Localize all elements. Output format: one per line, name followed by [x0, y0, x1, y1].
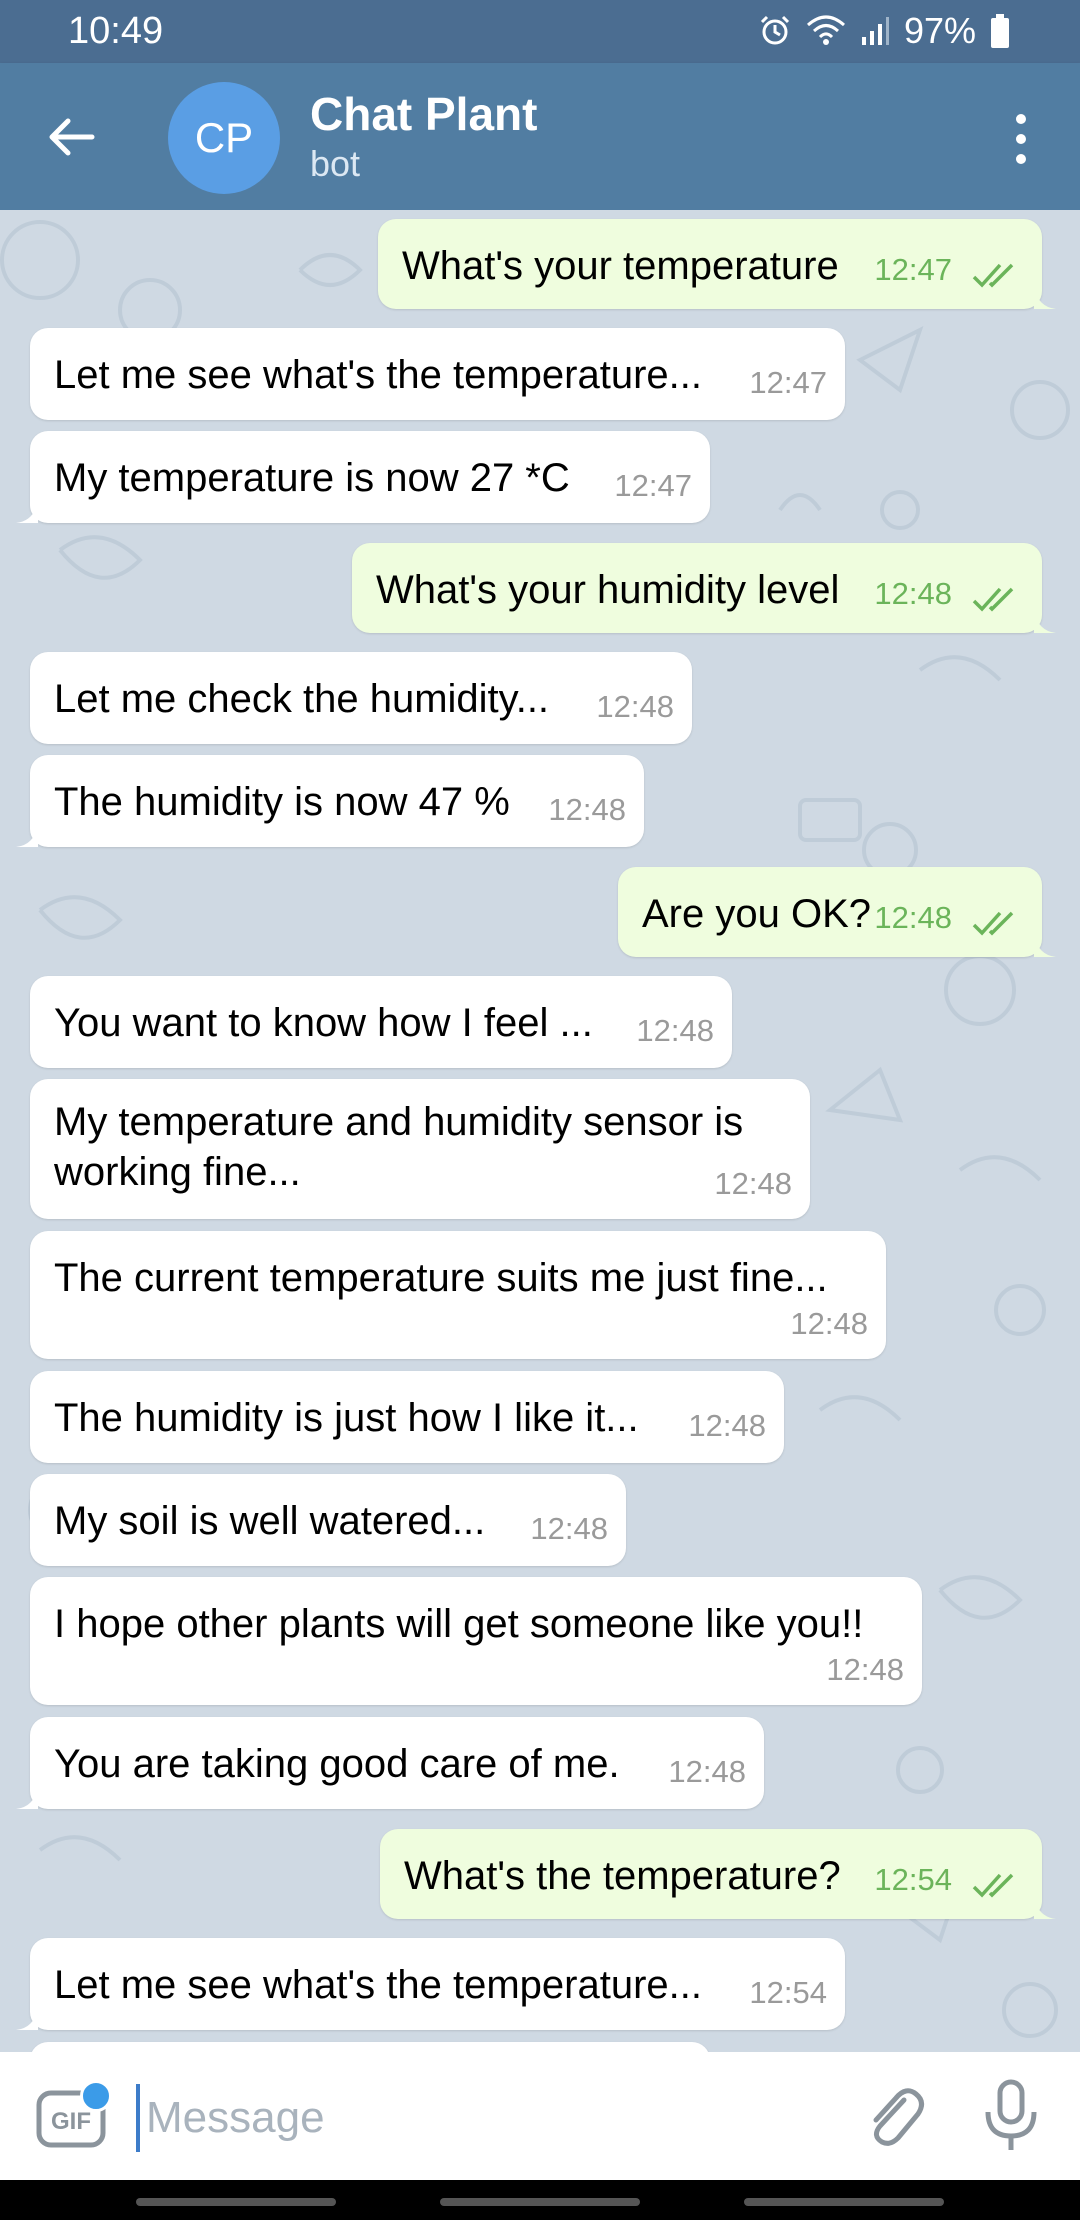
incoming-message[interactable]: I hope other plants will get someone lik…: [30, 1577, 922, 1705]
message-text: My temperature and humidity sensor is wo…: [54, 1100, 744, 1194]
read-checkmarks-icon: [972, 911, 1014, 936]
message-time: 12:48: [596, 689, 674, 724]
incoming-message[interactable]: Let me check the humidity... 12:48: [30, 652, 692, 744]
message-time: 12:48: [688, 1408, 766, 1443]
message-text: Let me see what's the temperature...: [54, 1963, 702, 2007]
message-text: What's the temperature?: [404, 1854, 841, 1898]
bubble-tail: [1034, 287, 1056, 309]
bubble-tail: [16, 825, 38, 847]
signal-icon: [861, 17, 889, 45]
microphone-icon[interactable]: [976, 2078, 1046, 2154]
bubble-tail: [1034, 1897, 1056, 1919]
alarm-icon: [760, 15, 789, 45]
message-time: 12:47: [749, 365, 827, 400]
message-text: I hope other plants will get someone lik…: [54, 1602, 864, 1646]
bubble-tail: [16, 501, 38, 523]
outgoing-message[interactable]: What's the temperature? 12:54: [380, 1829, 1056, 1919]
bubble-tail: [16, 1787, 38, 1809]
message-text: What's your temperature: [402, 244, 839, 288]
message-text: The humidity is now 47 %: [54, 780, 510, 824]
more-options-icon[interactable]: [1006, 111, 1036, 167]
message-text: Let me check the humidity...: [54, 677, 550, 721]
incoming-message[interactable]: The humidity is just how I like it... 12:…: [30, 1371, 784, 1463]
message-time: 12:48: [874, 900, 952, 935]
message-text: You are taking good care of me.: [54, 1742, 620, 1786]
message-composer: GIF: [0, 2052, 1080, 2180]
read-checkmarks-icon: [972, 263, 1014, 288]
message-time: 12:54: [874, 1862, 952, 1897]
bubble-tail: [1034, 935, 1056, 957]
message-time: 12:48: [530, 1511, 608, 1546]
incoming-message[interactable]: My soil is well watered... 12:48: [30, 1474, 626, 1566]
gif-label: GIF: [51, 2108, 91, 2135]
message-list[interactable]: What's your temperature 12:47 Let me see w…: [0, 210, 1080, 2052]
bubble-tail: [16, 2008, 38, 2030]
message-text: My soil is well watered...: [54, 1499, 486, 1543]
outgoing-message[interactable]: What's your temperature 12:47: [378, 219, 1056, 309]
incoming-message[interactable]: The current temperature suits me just fi…: [30, 1231, 886, 1359]
message-text: The current temperature suits me just fi…: [54, 1256, 828, 1300]
incoming-message[interactable]: The humidity is now 47 % 12:48: [16, 755, 644, 847]
nav-home-button[interactable]: [440, 2198, 640, 2206]
message-text: My temperature is now 27 *C: [54, 456, 570, 500]
incoming-message[interactable]: You are taking good care of me. 12:48: [16, 1717, 764, 1809]
message-time: 12:47: [614, 468, 692, 503]
message-time: 12:48: [826, 1652, 904, 1687]
nav-recent-button[interactable]: [136, 2198, 336, 2206]
message-time: 12:48: [874, 576, 952, 611]
incoming-message[interactable]: You want to know how I feel ... 12:48: [30, 976, 732, 1068]
outgoing-message[interactable]: What's your humidity level 12:48: [352, 543, 1056, 633]
message-time: 12:48: [714, 1166, 792, 1201]
wifi-icon: [806, 15, 845, 45]
nav-back-button[interactable]: [744, 2198, 944, 2206]
system-navigation-bar: [0, 2180, 1080, 2220]
message-text: What's your humidity level: [376, 568, 840, 612]
message-time: 12:48: [548, 792, 626, 827]
message-time: 12:48: [668, 1754, 746, 1789]
back-arrow-icon[interactable]: [42, 107, 102, 167]
status-bar: 10:49 97%: [0, 0, 1080, 63]
battery-icon: [991, 14, 1009, 48]
bubble-tail: [1034, 611, 1056, 633]
message-time: 12:48: [790, 1306, 868, 1341]
message-time: 12:54: [749, 1975, 827, 2010]
message-time: 12:47: [874, 252, 952, 287]
message-text: The humidity is just how I like it...: [54, 1396, 639, 1440]
incoming-message[interactable]: Let me see what's the temperature... 12:4…: [30, 328, 845, 420]
paperclip-icon[interactable]: [858, 2080, 928, 2150]
chat-subtitle: bot: [310, 143, 361, 184]
status-time: 10:49: [68, 10, 164, 52]
battery-percent: 97%: [903, 10, 976, 51]
message-text: Are you OK?: [642, 892, 872, 936]
incoming-message[interactable]: My temperature is now 27 *C 12:47: [16, 431, 710, 523]
incoming-message[interactable]: Let me see what's the temperature... 12:5…: [16, 1938, 845, 2030]
message-text: Let me see what's the temperature...: [54, 353, 702, 397]
incoming-message-partial[interactable]: [30, 2042, 710, 2052]
message-input[interactable]: [136, 2084, 848, 2152]
chat-title[interactable]: Chat Plant: [310, 87, 537, 141]
incoming-message[interactable]: My temperature and humidity sensor is wo…: [30, 1079, 810, 1219]
chat-header: CP Chat Plant bot: [0, 63, 1080, 210]
outgoing-message[interactable]: Are you OK? 12:48: [618, 867, 1056, 957]
read-checkmarks-icon: [972, 1873, 1014, 1898]
message-text: You want to know how I feel ...: [54, 1001, 593, 1045]
avatar[interactable]: CP: [168, 82, 280, 194]
read-checkmarks-icon: [972, 587, 1014, 612]
notification-dot: [80, 2080, 112, 2112]
message-time: 12:48: [636, 1013, 714, 1048]
